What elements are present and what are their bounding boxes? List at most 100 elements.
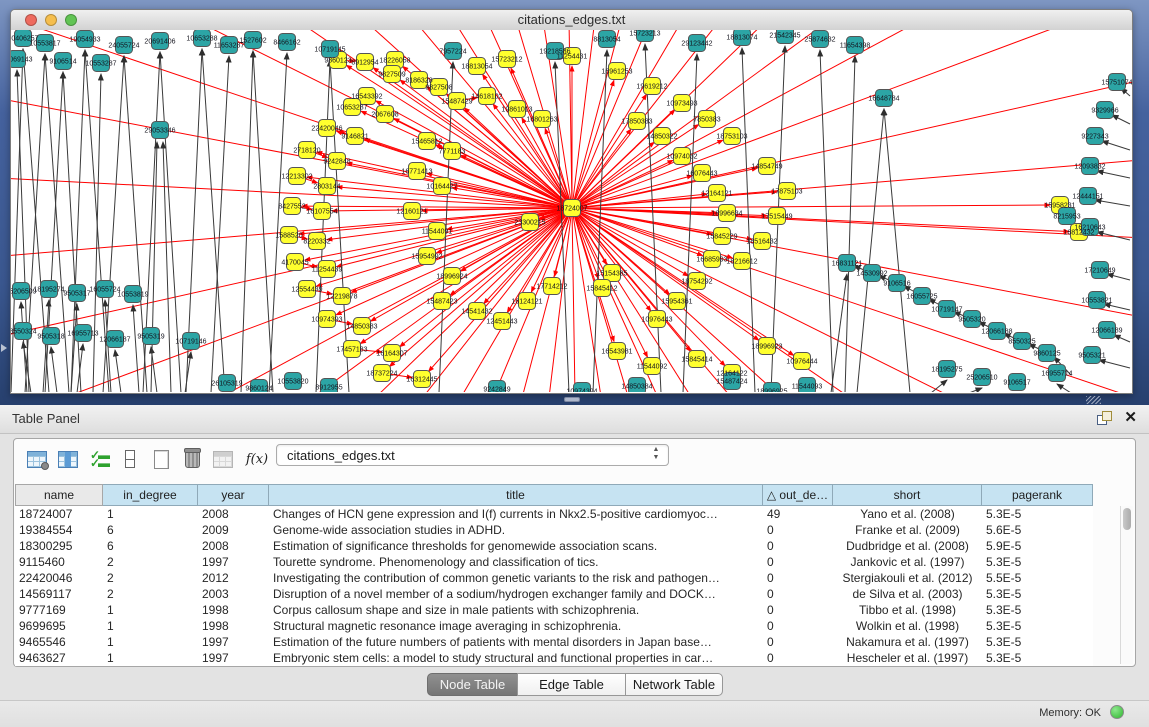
column-header-in_degree[interactable]: in_degree <box>103 484 198 506</box>
graph-node-label: 10973493 <box>666 101 697 108</box>
row-checks-icon[interactable]: ✓▬✓▬ <box>88 448 110 470</box>
graph-node-label: 14850384 <box>621 384 652 391</box>
select-columns-icon[interactable] <box>57 448 79 470</box>
horizontal-splitter-grip[interactable] <box>564 397 580 402</box>
graph-node-label: 11654398 <box>840 43 871 50</box>
splitter-collapse-arrow-icon[interactable] <box>1 344 7 352</box>
graph-node-label: 15954992 <box>411 254 442 261</box>
graph-node-label: 29053346 <box>144 128 175 135</box>
graph-node-label: 19054933 <box>69 37 100 44</box>
memory-status-indicator[interactable] <box>1110 705 1124 719</box>
graph-node-label: 10974032 <box>666 154 697 161</box>
graph-node-label: 14854749 <box>751 164 782 171</box>
graph-node-label: 21542345 <box>769 33 800 40</box>
graph-edge <box>884 109 910 392</box>
graph-edge <box>1099 360 1130 368</box>
cell-in_degree: 1 <box>103 506 198 522</box>
graph-node-label: 10719146 <box>175 339 206 346</box>
graph-node-label: 19619212 <box>636 84 667 91</box>
graph-node-label: 9505318 <box>37 334 64 341</box>
graph-node-label: 15723212 <box>491 57 522 64</box>
graph-node-label: 17210649 <box>1084 268 1115 275</box>
table-row[interactable]: 946362711997Embryonic stem cells: a mode… <box>15 650 1093 666</box>
graph-node-label: 20691406 <box>144 39 175 46</box>
table-row[interactable]: 911546021997Tourette syndrome. Phenomeno… <box>15 554 1093 570</box>
table-settings-icon[interactable] <box>26 448 48 470</box>
graph-node-label: 2067608 <box>371 112 398 119</box>
column-header-title[interactable]: title <box>269 484 763 506</box>
merge-tables-icon[interactable] <box>119 448 141 470</box>
cell-title: Estimation of the future numbers of pati… <box>269 634 763 650</box>
graph-node-label: 16543392 <box>351 94 382 101</box>
graph-node-label: 26105319 <box>211 381 242 388</box>
graph-node-label: 18996923 <box>751 344 782 351</box>
float-panel-button[interactable] <box>1097 411 1112 426</box>
table-row[interactable]: 2242004622012Investigating the contribut… <box>15 570 1093 586</box>
table-row[interactable]: 1456911722003Disruption of a novel membe… <box>15 586 1093 602</box>
tab-node-table[interactable]: Node Table <box>427 673 518 696</box>
table-row[interactable]: 1872400712008Changes of HCN gene express… <box>15 506 1093 522</box>
graph-node-label: 12554439 <box>291 287 322 294</box>
graph-node-label: 18753103 <box>716 134 747 141</box>
graph-node-label: 9827508 <box>425 85 452 92</box>
graph-node-label: 9505319 <box>137 334 164 341</box>
cell-title: Genome-wide association studies in ADHD. <box>269 522 763 538</box>
cell-pagerank: 5.3E-5 <box>982 554 1093 570</box>
graph-node-label: 9860123 <box>324 58 351 65</box>
graph-edge <box>572 208 1069 232</box>
citation-network-graph[interactable]: 1872400798601238912954182260589827509818… <box>11 30 1132 392</box>
cell-out_de: 0 <box>763 538 833 554</box>
memory-status-label: Memory: OK <box>1039 707 1101 719</box>
graph-node-label: 9860124 <box>245 386 272 393</box>
network-window[interactable]: citations_edges.txt 18724007986012389129… <box>10 9 1133 394</box>
graph-node-label: 15954361 <box>661 299 692 306</box>
graph-node-label: 10976443 <box>641 317 672 324</box>
new-table-icon[interactable] <box>150 448 172 470</box>
mdi-desktop: citations_edges.txt 18724007986012389129… <box>0 0 1149 405</box>
graph-node-label: 12066188 <box>981 329 1012 336</box>
tab-network-table[interactable]: Network Table <box>625 673 723 696</box>
cell-out_de: 49 <box>763 506 833 522</box>
network-canvas[interactable]: 1872400798601238912954182260589827509818… <box>11 30 1132 393</box>
table-row[interactable]: 1830029562008Estimation of significance … <box>15 538 1093 554</box>
cell-name: 9465546 <box>15 634 103 650</box>
network-window-titlebar[interactable]: citations_edges.txt <box>11 10 1132 31</box>
column-header-year[interactable]: year <box>198 484 269 506</box>
scrollbar-thumb[interactable] <box>1123 508 1131 530</box>
table-panel-title: Table Panel <box>12 411 80 426</box>
graph-node-label: 14618102 <box>471 94 502 101</box>
graph-node-label: 11254439 <box>312 267 343 274</box>
column-header-name[interactable]: name <box>15 484 103 506</box>
table-row[interactable]: 946554611997Estimation of the future num… <box>15 634 1093 650</box>
graph-node-label: 9505321 <box>1078 353 1105 360</box>
graph-edge <box>1107 274 1130 280</box>
cell-in_degree: 6 <box>103 522 198 538</box>
graph-node-label: 10553287 <box>85 61 116 68</box>
graph-node-label: 8427552 <box>278 204 305 211</box>
cell-pagerank: 5.3E-5 <box>982 634 1093 650</box>
column-header-out_de[interactable]: △ out_de… <box>763 484 833 506</box>
cell-pagerank: 5.3E-5 <box>982 618 1093 634</box>
close-panel-button[interactable]: ✕ <box>1124 409 1137 426</box>
cell-title: Tourette syndrome. Phenomenology and cla… <box>269 554 763 570</box>
delete-table-icon[interactable] <box>181 448 203 470</box>
cell-pagerank: 5.3E-5 <box>982 506 1093 522</box>
function-builder-icon[interactable]: f(x) <box>243 448 271 470</box>
graph-node-label: 12164121 <box>701 191 732 198</box>
cell-in_degree: 1 <box>103 602 198 618</box>
table-scrollbar[interactable] <box>1120 506 1133 664</box>
graph-node-label: 15487424 <box>716 379 747 386</box>
table-row[interactable]: 977716911998Corpus callosum shape and si… <box>15 602 1093 618</box>
column-header-pagerank[interactable]: pagerank <box>982 484 1093 506</box>
graph-node-label: 15487423 <box>426 299 457 306</box>
table-row[interactable]: 1938455462009Genome-wide association stu… <box>15 522 1093 538</box>
tab-edge-table[interactable]: Edge Table <box>517 673 626 696</box>
window-resize-grip-icon[interactable] <box>1086 396 1101 404</box>
column-header-short[interactable]: short <box>833 484 982 506</box>
network-window-title: citations_edges.txt <box>11 12 1132 27</box>
float-window-icon <box>1102 411 1112 421</box>
table-selector-dropdown[interactable]: citations_edges.txt ▲▼ <box>276 444 669 466</box>
table-row[interactable]: 969969511998Structural magnetic resonanc… <box>15 618 1093 634</box>
graph-edge <box>969 388 982 392</box>
graph-node-label: 9106516 <box>883 281 910 288</box>
